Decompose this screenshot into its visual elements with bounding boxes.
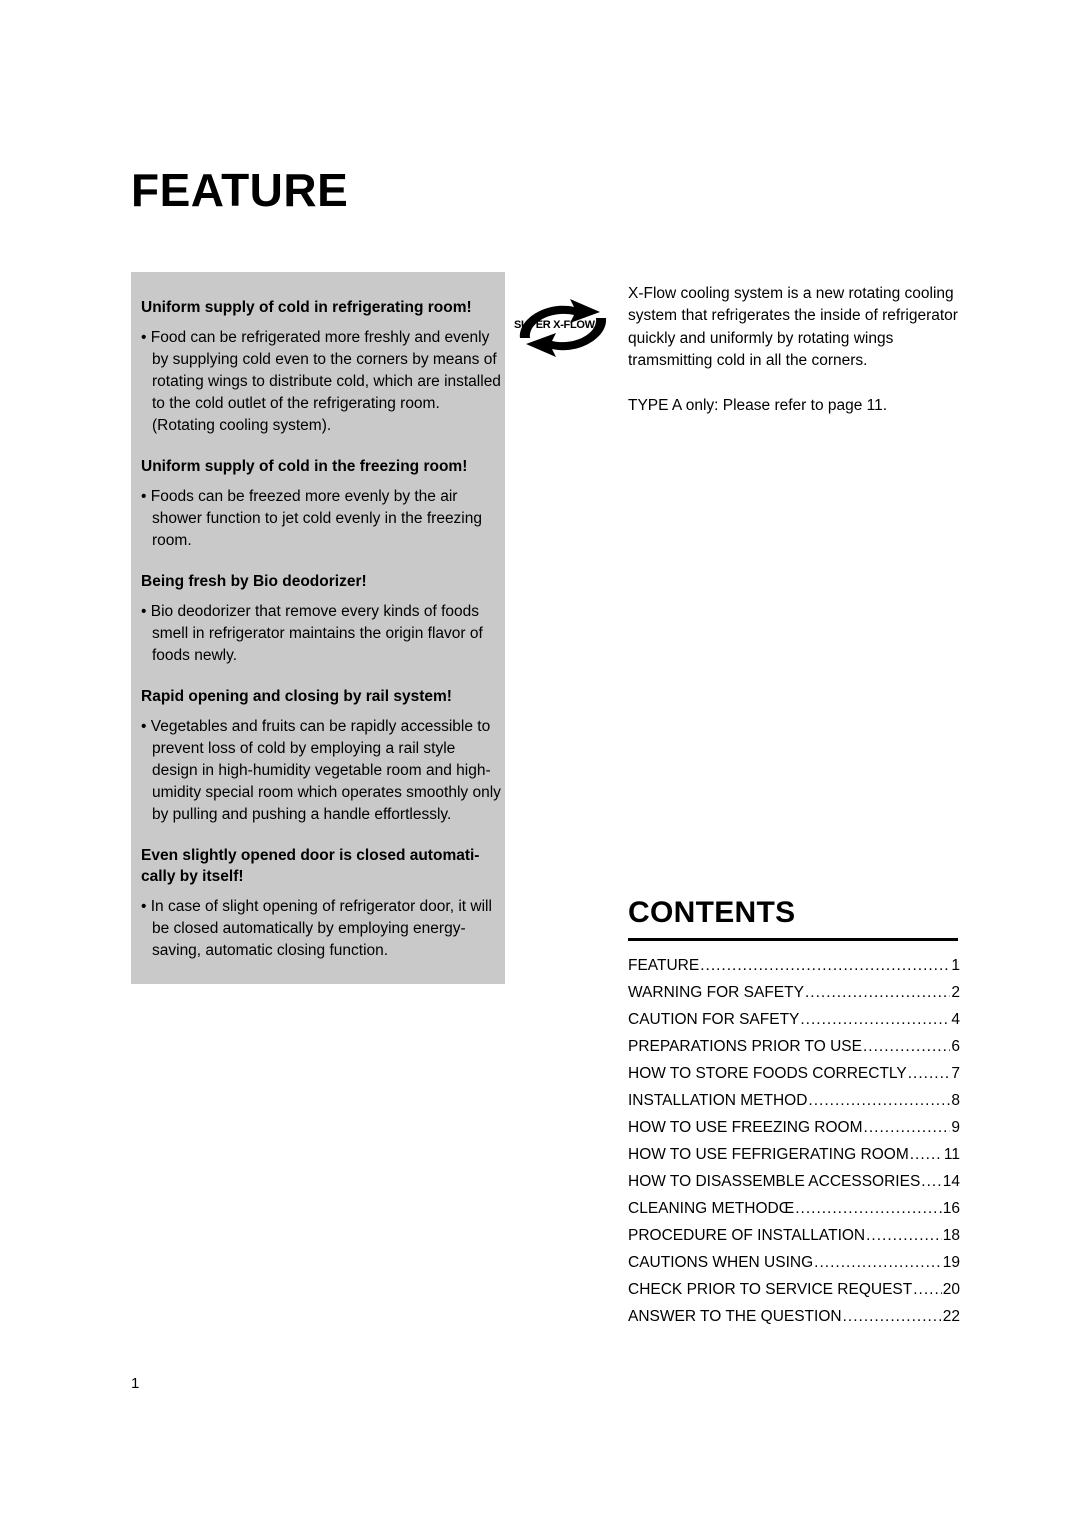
super-x-flow-logo: SUPER X-FLOW (508, 288, 618, 368)
contents-entry-label: HOW TO USE FREEZING ROOM (628, 1118, 863, 1136)
manual-page: FEATURE Uniform supply of cold in refrig… (0, 0, 1080, 1528)
contents-entry-label: ANSWER TO THE QUESTION (628, 1307, 842, 1325)
contents-entry-page: 11 (943, 1145, 960, 1163)
contents-entry[interactable]: PREPARATIONS PRIOR TO USE...............… (628, 1033, 960, 1060)
page-number: 1 (131, 1375, 140, 1392)
contents-entry-page: 2 (951, 983, 960, 1001)
contents-entry-leader: ........................................… (907, 1065, 951, 1082)
feature-heading-auto-close: Even slightly opened door is closed auto… (141, 846, 480, 885)
contents-entry-label: HOW TO DISASSEMBLE ACCESSORIES (628, 1172, 921, 1190)
contents-title: CONTENTS (628, 896, 796, 929)
contents-entry-label: CLEANING METHODŒ (628, 1199, 795, 1217)
contents-divider (628, 938, 958, 941)
feature-heading-freezing: Uniform supply of cold in the freezing r… (141, 457, 468, 475)
feature-bullets-deodorizer: Bio deodorizer that remove every kinds o… (141, 601, 504, 667)
contents-entry-label: INSTALLATION METHOD (628, 1091, 808, 1109)
contents-entry-page: 8 (951, 1091, 960, 1109)
contents-entry[interactable]: PROCEDURE OF INSTALLATION...............… (628, 1222, 960, 1249)
contents-entry-leader: ........................................… (795, 1200, 942, 1217)
feature-bullets-refrigerating: Food can be refrigerated more freshly an… (141, 327, 504, 437)
list-item: Food can be refrigerated more freshly an… (141, 327, 504, 437)
contents-entry-leader: ........................................… (808, 1092, 950, 1109)
contents-entry[interactable]: CAUTIONS WHEN USING.....................… (628, 1249, 960, 1276)
feature-heading-refrigerating: Uniform supply of cold in refrigerating … (141, 299, 472, 316)
contents-entry-page: 1 (951, 956, 960, 974)
contents-entry[interactable]: ANSWER TO THE QUESTION..................… (628, 1303, 960, 1330)
contents-entry-leader: ........................................… (862, 1038, 950, 1055)
contents-entry-page: 7 (951, 1064, 960, 1082)
list-item: Bio deodorizer that remove every kinds o… (141, 601, 504, 667)
contents-entry[interactable]: HOW TO STORE FOODS CORRECTLY............… (628, 1060, 960, 1087)
feature-panel-content: Uniform supply of cold in refrigerating … (141, 298, 504, 962)
contents-entry-page: 20 (942, 1280, 960, 1298)
contents-entry-page: 18 (942, 1226, 960, 1244)
contents-entry[interactable]: HOW TO DISASSEMBLE ACCESSORIES..........… (628, 1168, 960, 1195)
list-item: Vegetables and fruits can be rapidly acc… (141, 716, 504, 826)
contents-entry-leader: ........................................… (814, 1254, 942, 1271)
contents-entry-label: PROCEDURE OF INSTALLATION (628, 1226, 866, 1244)
contents-entry[interactable]: FEATURE.................................… (628, 952, 960, 979)
contents-entry-leader: ........................................… (700, 957, 950, 974)
feature-heading-deodorizer: Being fresh by Bio deodorizer! (141, 572, 367, 590)
xflow-paragraph-1: X-Flow cooling system is a new rotating … (628, 285, 958, 370)
contents-entry-page: 9 (951, 1118, 960, 1136)
contents-entry[interactable]: CAUTION FOR SAFETY......................… (628, 1006, 960, 1033)
contents-entry-label: PREPARATIONS PRIOR TO USE (628, 1037, 862, 1055)
page-title: FEATURE (131, 164, 349, 216)
contents-list: FEATURE.................................… (628, 952, 960, 1330)
contents-entry[interactable]: CLEANING METHODŒ........................… (628, 1195, 960, 1222)
contents-entry-page: 14 (942, 1172, 960, 1190)
contents-entry[interactable]: CHECK PRIOR TO SERVICE REQUEST..........… (628, 1276, 960, 1303)
contents-entry-leader: ........................................… (909, 1146, 943, 1163)
list-item: Foods can be freezed more evenly by the … (141, 486, 504, 552)
contents-entry-label: CHECK PRIOR TO SERVICE REQUEST (628, 1280, 913, 1298)
contents-entry-leader: ........................................… (921, 1173, 941, 1190)
contents-entry-leader: ........................................… (913, 1281, 942, 1298)
contents-entry-label: WARNING FOR SAFETY (628, 983, 804, 1001)
xflow-description: X-Flow cooling system is a new rotating … (628, 283, 968, 417)
contents-entry-label: FEATURE (628, 956, 700, 974)
feature-bullets-freezing: Foods can be freezed more evenly by the … (141, 486, 504, 552)
feature-bullets-rail-system: Vegetables and fruits can be rapidly acc… (141, 716, 504, 826)
contents-entry-leader: ........................................… (842, 1308, 942, 1325)
contents-entry-leader: ........................................… (800, 1011, 950, 1028)
contents-entry-label: HOW TO USE FEFRIGERATING ROOM (628, 1145, 909, 1163)
contents-entry-page: 4 (951, 1010, 960, 1028)
contents-entry-page: 6 (951, 1037, 960, 1055)
contents-entry-leader: ........................................… (866, 1227, 942, 1244)
contents-entry-label: CAUTION FOR SAFETY (628, 1010, 800, 1028)
contents-entry[interactable]: WARNING FOR SAFETY......................… (628, 979, 960, 1006)
contents-entry-page: 19 (942, 1253, 960, 1271)
list-item: In case of slight opening of refrigerato… (141, 896, 504, 962)
contents-entry-label: CAUTIONS WHEN USING (628, 1253, 814, 1271)
xflow-paragraph-2: TYPE A only: Please refer to page 11. (628, 396, 888, 414)
contents-entry-leader: ........................................… (804, 984, 950, 1001)
contents-entry-label: HOW TO STORE FOODS CORRECTLY (628, 1064, 907, 1082)
contents-entry[interactable]: HOW TO USE FEFRIGERATING ROOM...........… (628, 1141, 960, 1168)
feature-bullets-auto-close: In case of slight opening of refrigerato… (141, 896, 504, 962)
contents-entry[interactable]: HOW TO USE FREEZING ROOM................… (628, 1114, 960, 1141)
contents-entry-page: 22 (942, 1307, 960, 1325)
super-x-flow-label: SUPER X-FLOW (514, 319, 595, 331)
contents-entry-page: 16 (942, 1199, 960, 1217)
feature-heading-rail-system: Rapid opening and closing by rail system… (141, 687, 452, 705)
contents-entry[interactable]: INSTALLATION METHOD.....................… (628, 1087, 960, 1114)
contents-entry-leader: ........................................… (863, 1119, 951, 1136)
